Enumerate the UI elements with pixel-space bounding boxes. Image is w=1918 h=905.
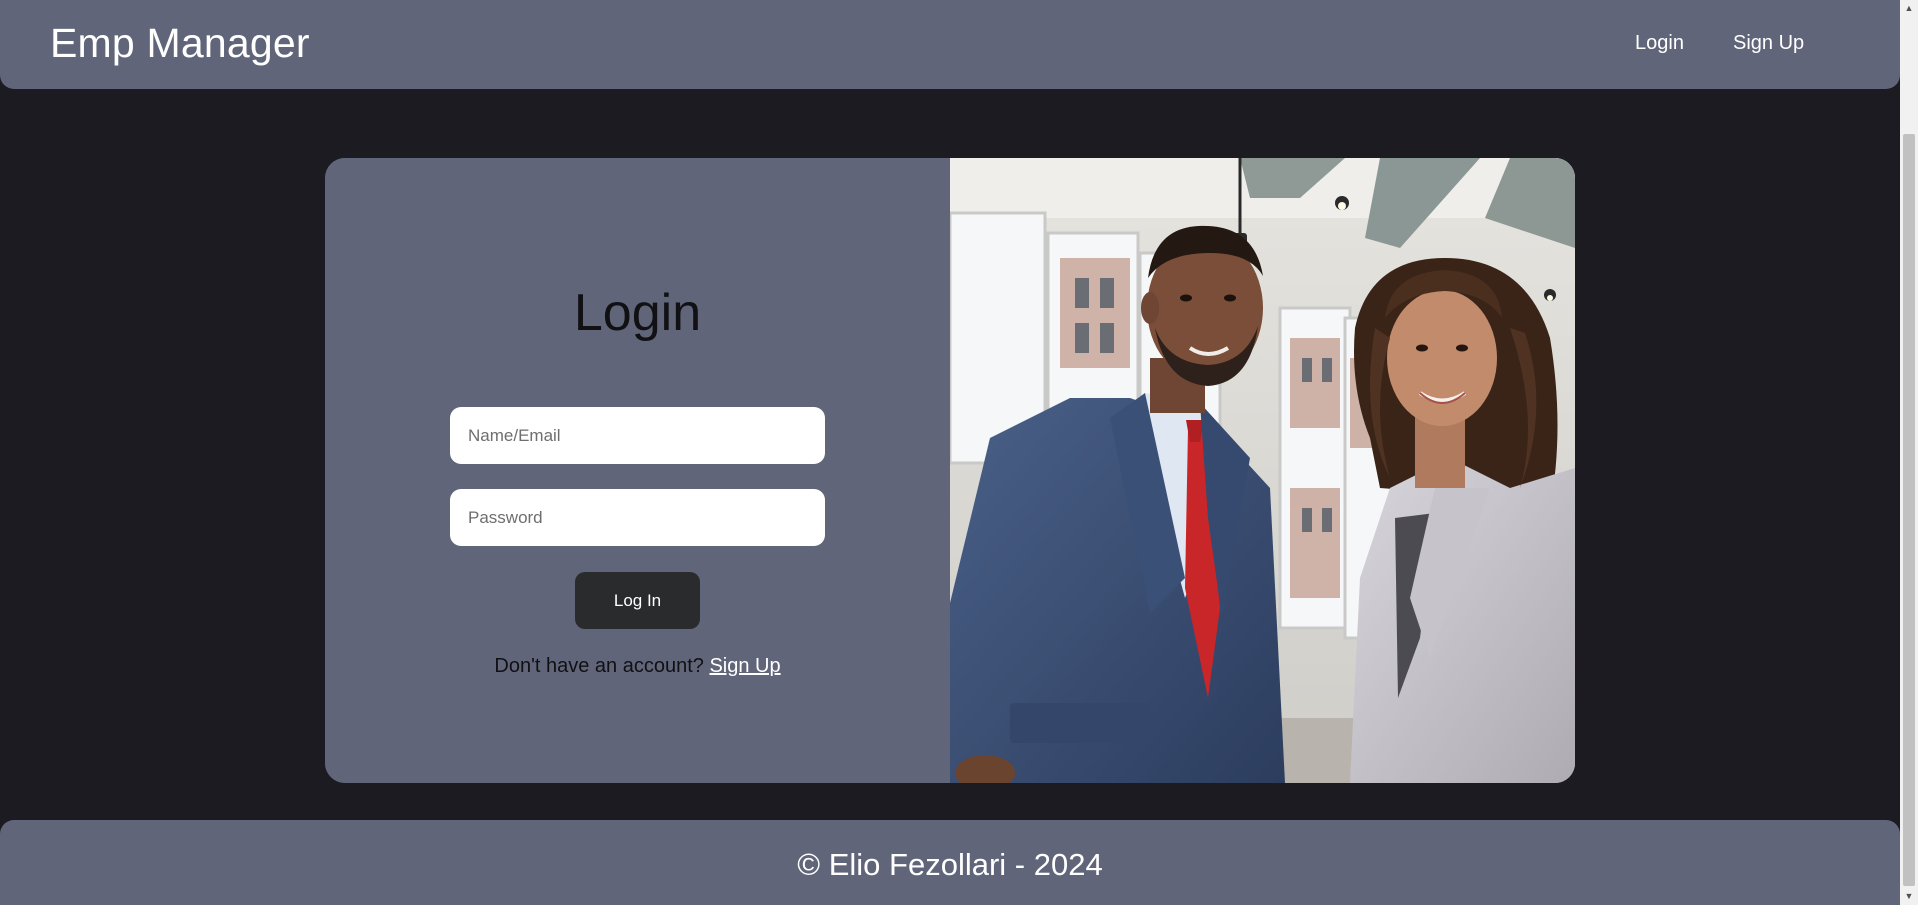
login-form-pane: Login Log In Don't have an account? Sign… — [325, 158, 950, 783]
password-input[interactable] — [450, 489, 825, 546]
photo-illustration — [950, 158, 1575, 783]
name-email-input[interactable] — [450, 407, 825, 464]
business-people-photo — [950, 158, 1575, 783]
brand-title[interactable]: Emp Manager — [50, 20, 310, 67]
login-submit-button[interactable]: Log In — [575, 572, 700, 629]
signup-prompt-text: Don't have an account? — [494, 655, 704, 677]
navbar: Emp Manager Login Sign Up — [0, 0, 1900, 89]
vertical-scrollbar[interactable]: ▲ ▼ — [1900, 0, 1918, 905]
viewport: Emp Manager Login Sign Up Login Log In D… — [0, 0, 1900, 905]
scroll-down-arrow-icon[interactable]: ▼ — [1900, 888, 1918, 905]
signup-link[interactable]: Sign Up — [709, 655, 780, 677]
footer-copyright: © Elio Fezollari - 2024 — [797, 847, 1103, 882]
nav-signup-link[interactable]: Sign Up — [1733, 32, 1804, 55]
scroll-thumb[interactable] — [1903, 134, 1915, 886]
footer: © Elio Fezollari - 2024 — [0, 820, 1900, 905]
login-heading: Login — [573, 284, 702, 342]
woman-figure — [1350, 258, 1575, 783]
scroll-up-arrow-icon[interactable]: ▲ — [1900, 0, 1918, 17]
login-card: Login Log In Don't have an account? Sign… — [325, 158, 1575, 783]
nav-login-link[interactable]: Login — [1635, 32, 1684, 55]
signup-prompt: Don't have an account? Sign Up — [325, 655, 950, 678]
